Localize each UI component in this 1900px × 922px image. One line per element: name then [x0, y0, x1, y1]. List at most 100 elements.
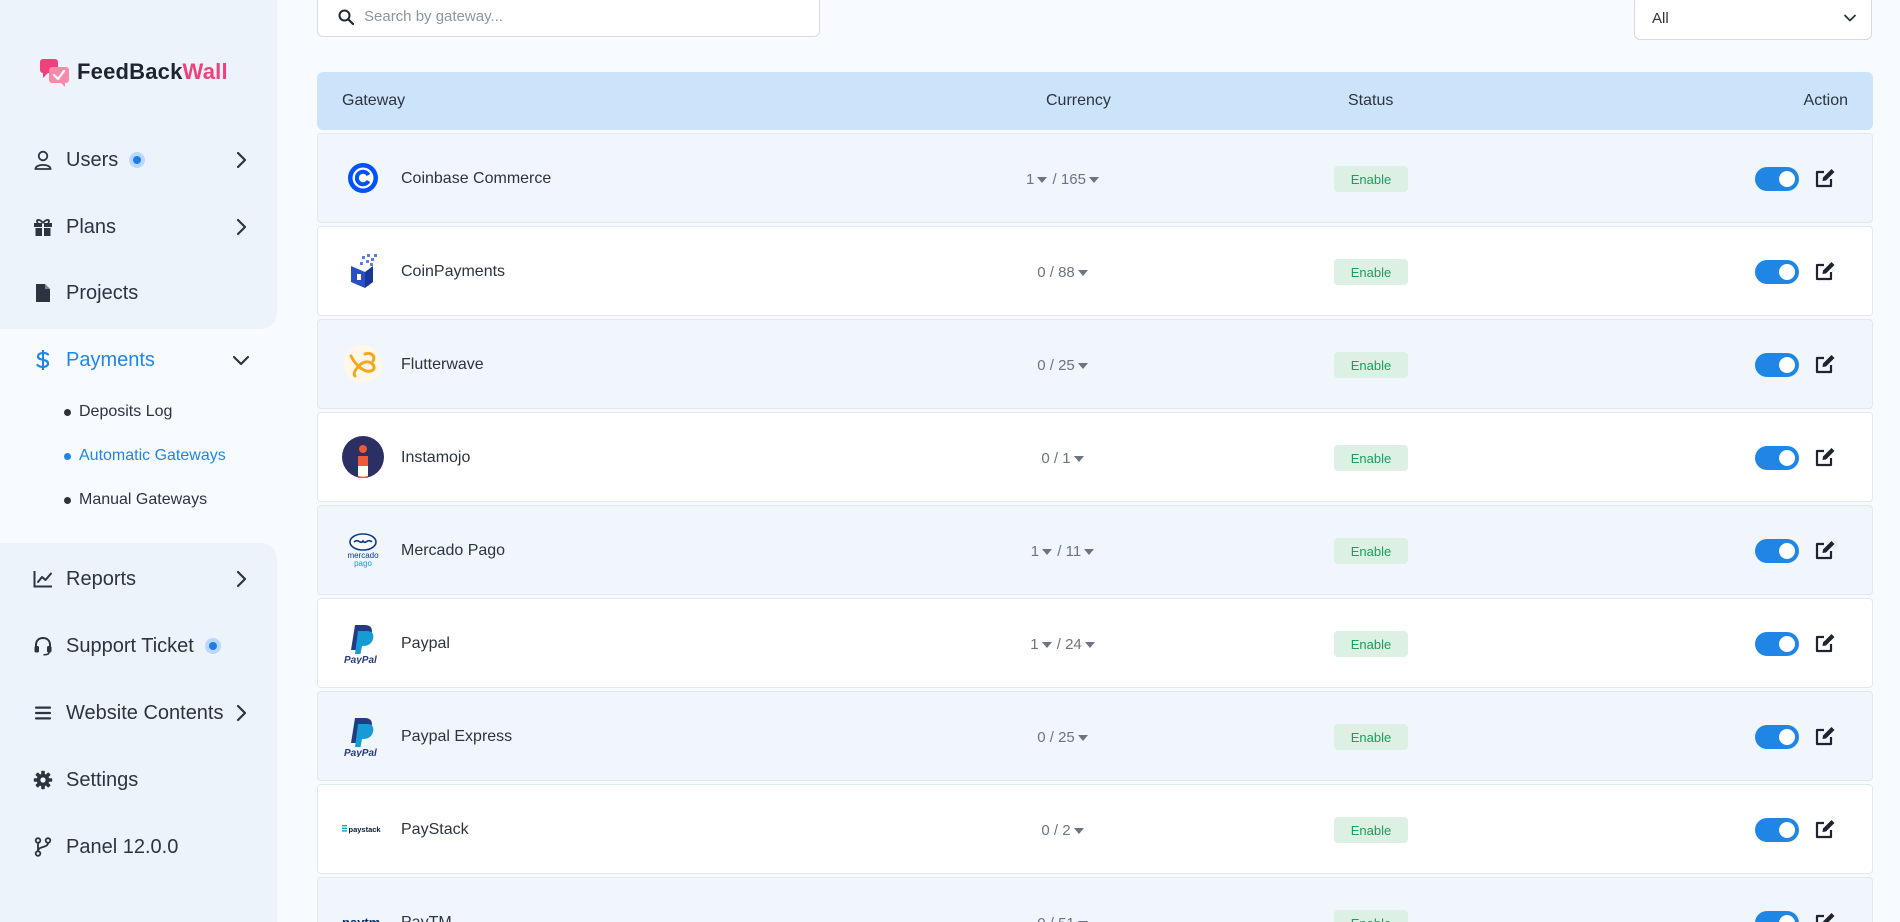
sidebar-item-label: Plans — [66, 215, 117, 238]
search-input[interactable] — [364, 8, 784, 25]
sidebar-item-reports[interactable]: Reports — [33, 559, 263, 599]
coinpayments-logo — [342, 250, 384, 292]
sidebar-item-label: Projects — [66, 281, 139, 304]
enable-toggle[interactable] — [1755, 632, 1799, 656]
caret-down-icon — [1084, 548, 1095, 555]
table-row: PayPal Paypal Express 0 / 25 Enable — [317, 691, 1873, 781]
currency-total: 88 — [1058, 264, 1075, 281]
enable-toggle[interactable] — [1755, 446, 1799, 470]
currency-enabled: 0 — [1041, 822, 1050, 839]
branch-icon — [33, 837, 53, 857]
table-header: Gateway Currency Status Action — [317, 72, 1873, 130]
brand-logo[interactable]: FeedBackWall — [39, 56, 228, 88]
bullet — [64, 408, 71, 416]
sidebar: FeedBackWall Users Plans Projects Paymen… — [0, 0, 277, 922]
gear-icon — [33, 770, 53, 790]
column-header-action[interactable]: Action — [1804, 92, 1848, 110]
sidebar-item-label: Settings — [66, 768, 139, 791]
sidebar-item-label: Panel 12.0.0 — [66, 835, 179, 858]
currency-total: 2 — [1062, 822, 1071, 839]
notification-dot — [204, 638, 221, 654]
gateway-name: CoinPayments — [401, 263, 506, 280]
bullet — [64, 452, 71, 460]
edit-icon[interactable] — [1813, 724, 1837, 748]
currency-enabled: 0 — [1037, 357, 1046, 374]
sidebar-item-projects[interactable]: Projects — [33, 273, 263, 313]
sidebar-item-plans[interactable]: Plans — [33, 207, 263, 247]
edit-icon[interactable] — [1813, 910, 1837, 922]
caret-down-icon — [1037, 176, 1048, 183]
caret-down-icon — [1084, 641, 1095, 648]
edit-icon[interactable] — [1813, 259, 1837, 283]
status-filter-value: All — [1652, 9, 1669, 27]
status-badge: Enable — [1334, 538, 1408, 564]
enable-toggle[interactable] — [1755, 353, 1799, 377]
enable-toggle[interactable] — [1755, 818, 1799, 842]
sidebar-item-settings[interactable]: Settings — [33, 760, 263, 800]
column-header-status[interactable]: Status — [1348, 92, 1393, 110]
chevron-right-icon — [236, 570, 247, 588]
currency-enabled: 0 — [1037, 915, 1045, 922]
caret-down-icon — [1077, 734, 1088, 741]
status-badge: Enable — [1334, 631, 1408, 657]
sidebar-item-label: Payments — [66, 348, 155, 371]
notification-dot — [129, 152, 146, 168]
search-box[interactable] — [317, 0, 820, 37]
status-badge: Enable — [1334, 817, 1408, 843]
sidebar-item-label: Support Ticket — [66, 634, 194, 657]
status-badge: Enable — [1334, 724, 1408, 750]
caret-down-icon — [1041, 641, 1052, 648]
bullet — [64, 496, 71, 504]
mercado-pago-logo-text-2: pago — [354, 559, 372, 568]
currency-enabled: 1 — [1026, 171, 1035, 188]
currency-total: 25 — [1058, 357, 1075, 374]
currency-count[interactable]: 0 / 25 — [945, 729, 1181, 746]
column-header-gateway[interactable]: Gateway — [342, 92, 405, 110]
sidebar-item-payments[interactable]: Payments — [33, 340, 263, 380]
sidebar-subitem-automatic-gateways[interactable]: Automatic Gateways — [64, 447, 226, 465]
enable-toggle[interactable] — [1755, 725, 1799, 749]
edit-icon[interactable] — [1813, 817, 1837, 841]
enable-toggle[interactable] — [1755, 260, 1799, 284]
currency-count[interactable]: 1 / 165 — [945, 171, 1181, 188]
enable-toggle[interactable] — [1755, 167, 1799, 191]
currency-count[interactable]: 0 / 2 — [945, 822, 1181, 839]
flutterwave-logo — [342, 343, 384, 385]
sidebar-item-panel-version[interactable]: Panel 12.0.0 — [33, 827, 263, 867]
currency-count[interactable]: 1 / 24 — [945, 636, 1181, 653]
currency-count[interactable]: 0 / 88 — [945, 264, 1181, 281]
file-icon — [33, 283, 53, 303]
sidebar-subitem-deposits-log[interactable]: Deposits Log — [64, 403, 172, 421]
chart-line-icon — [33, 569, 53, 589]
sidebar-item-users[interactable]: Users — [33, 140, 263, 180]
sidebar-subitem-manual-gateways[interactable]: Manual Gateways — [64, 491, 207, 509]
table-row: PayPal Paypal 1 / 24 Enable — [317, 598, 1873, 688]
chevron-down-icon — [1844, 14, 1856, 22]
currency-count[interactable]: 0 / 25 — [945, 357, 1181, 374]
currency-total: 165 — [1060, 171, 1086, 188]
sidebar-subitem-label: Automatic Gateways — [79, 447, 226, 464]
edit-icon[interactable] — [1813, 352, 1837, 376]
gateway-name: Paypal — [401, 635, 450, 652]
sidebar-item-support-ticket[interactable]: Support Ticket — [33, 626, 263, 666]
status-filter-select[interactable]: All — [1634, 0, 1872, 40]
column-header-currency[interactable]: Currency — [1046, 92, 1111, 110]
caret-down-icon — [1073, 455, 1084, 462]
edit-icon[interactable] — [1813, 445, 1837, 469]
currency-count[interactable]: 1 / 11 — [945, 543, 1181, 560]
sidebar-item-website-contents[interactable]: Website Contents — [33, 693, 263, 733]
currency-count[interactable]: 0 / 1 — [945, 450, 1181, 467]
headset-icon — [33, 636, 53, 656]
gateway-name: Flutterwave — [401, 356, 484, 373]
table-row: CoinPayments 0 / 88 Enable — [317, 226, 1873, 316]
enable-toggle[interactable] — [1755, 911, 1799, 922]
sidebar-item-label: Reports — [66, 567, 137, 590]
edit-icon[interactable] — [1813, 631, 1837, 655]
currency-count[interactable]: 0 / 51 — [945, 915, 1181, 922]
edit-icon[interactable] — [1813, 538, 1837, 562]
status-badge: Enable — [1334, 352, 1408, 378]
edit-icon[interactable] — [1813, 166, 1837, 190]
gateway-name: PayStack — [401, 821, 469, 838]
enable-toggle[interactable] — [1755, 539, 1799, 563]
gateway-name: Coinbase Commerce — [401, 170, 552, 187]
